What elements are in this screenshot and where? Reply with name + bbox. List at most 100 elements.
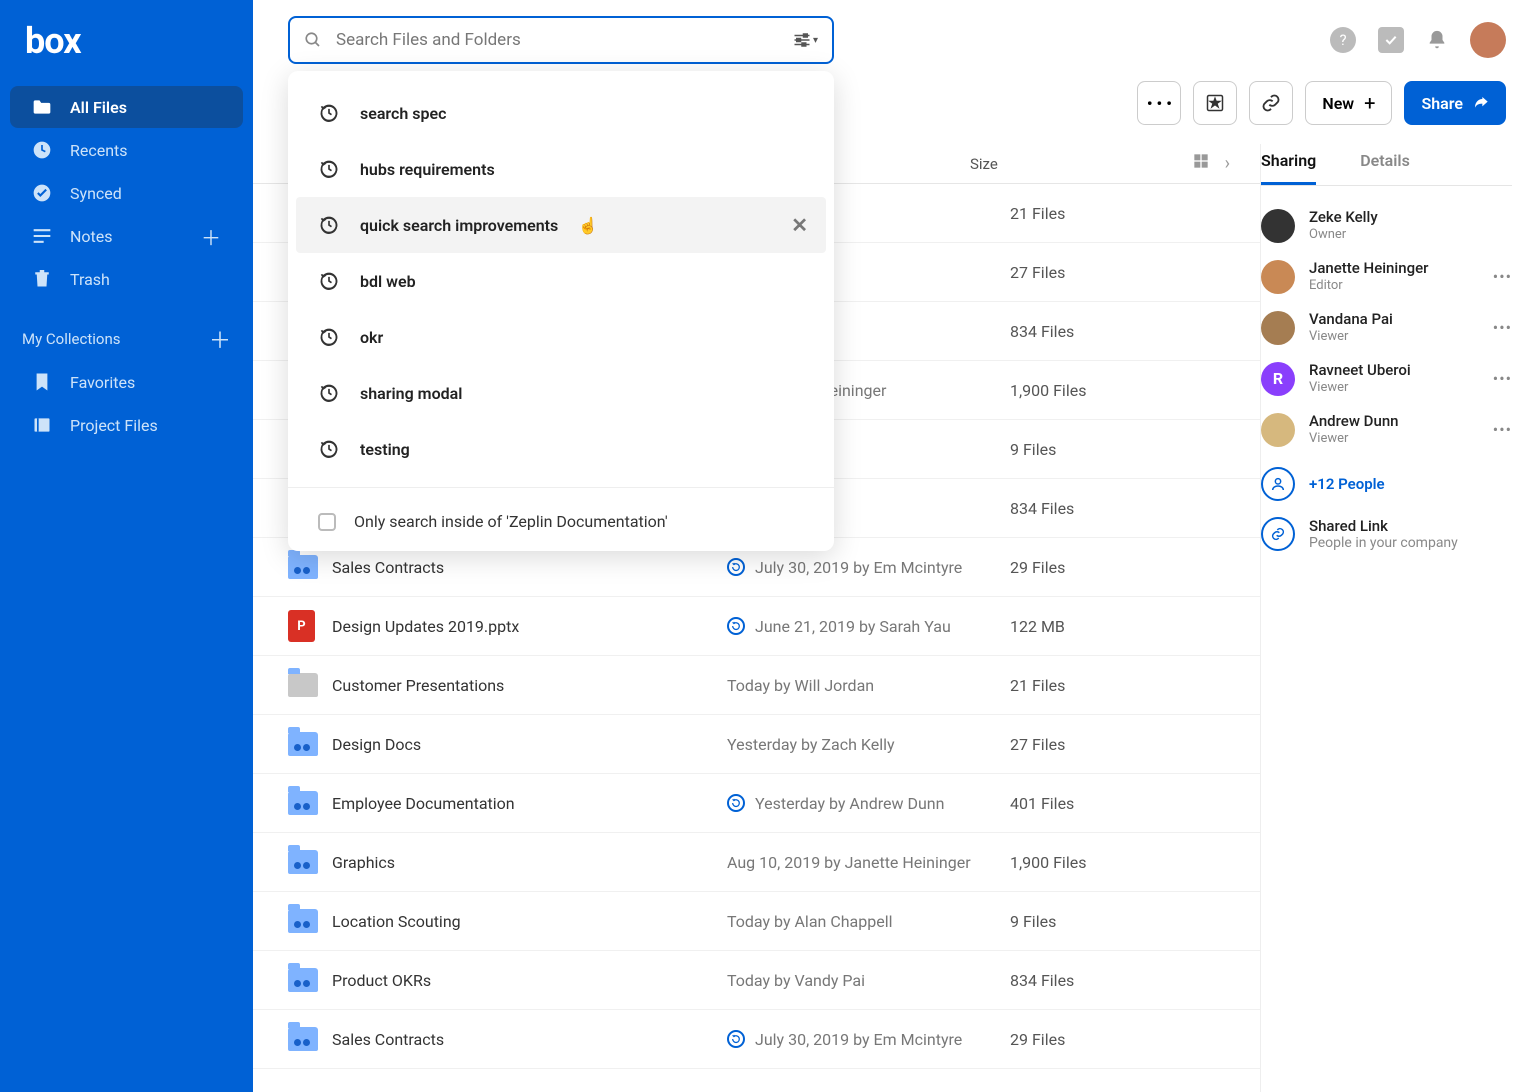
search-scope-option[interactable]: Only search inside of 'Zeplin Documentat… [288, 498, 834, 537]
sidebar-item-synced[interactable]: Synced [10, 172, 243, 214]
divider [288, 487, 834, 488]
file-updated: Yesterday by Andrew Dunn [727, 794, 1010, 813]
suggestion-label: hubs requirements [360, 160, 495, 179]
shared-link-title: Shared Link [1309, 517, 1458, 535]
search-input[interactable] [336, 30, 779, 50]
person-row[interactable]: Zeke Kelly Owner [1261, 200, 1512, 251]
file-size: 834 Files [1010, 971, 1230, 990]
suggestion-label: search spec [360, 104, 446, 123]
search-suggestion[interactable]: testing [288, 421, 834, 477]
file-name: Product OKRs [332, 971, 727, 990]
share-button[interactable]: Share [1404, 81, 1506, 125]
shared-link-section[interactable]: Shared Link People in your company [1261, 517, 1512, 551]
add-note-icon[interactable]: ＋ [201, 222, 221, 251]
logo[interactable]: box [0, 20, 253, 86]
tasks-icon[interactable] [1378, 27, 1404, 53]
sidebar-item-project-files[interactable]: Project Files [10, 404, 243, 446]
file-updated: Today by Alan Chappell [727, 912, 1010, 931]
file-row[interactable]: Sales Contracts July 30, 2019 by Em Mcin… [253, 1010, 1260, 1069]
file-name: Location Scouting [332, 912, 727, 931]
file-updated: July 30, 2019 by Em Mcintyre [727, 1030, 1010, 1049]
search-suggestion[interactable]: okr [288, 309, 834, 365]
grid-view-icon[interactable] [1193, 153, 1209, 174]
person-row[interactable]: Vandana Pai Viewer ••• [1261, 302, 1512, 353]
new-button-label: New [1322, 94, 1354, 113]
suggestion-label: sharing modal [360, 384, 462, 403]
tab-sharing[interactable]: Sharing [1261, 151, 1316, 185]
file-size: 21 Files [1010, 204, 1230, 223]
sync-icon [727, 558, 745, 576]
person-row[interactable]: Andrew Dunn Viewer ••• [1261, 404, 1512, 455]
search-suggestion[interactable]: sharing modal [288, 365, 834, 421]
history-icon [318, 102, 340, 124]
person-row[interactable]: R Ravneet Uberoi Viewer ••• [1261, 353, 1512, 404]
search-filter-icon[interactable]: ▾ [793, 33, 818, 47]
folder-icon [288, 850, 318, 874]
more-actions-button[interactable]: • • • [1137, 81, 1181, 125]
favorite-button[interactable] [1193, 81, 1237, 125]
sync-icon [727, 1030, 745, 1048]
notifications-icon[interactable] [1426, 29, 1448, 51]
folder-icon [288, 968, 318, 992]
sidebar-item-favorites[interactable]: Favorites [10, 361, 243, 403]
file-size: 9 Files [1010, 440, 1230, 459]
remove-suggestion-icon[interactable]: ✕ [791, 213, 808, 237]
tab-details[interactable]: Details [1360, 151, 1410, 185]
check-icon [32, 183, 52, 203]
file-size: 27 Files [1010, 735, 1230, 754]
search-suggestion[interactable]: hubs requirements [288, 141, 834, 197]
new-button[interactable]: New + [1305, 81, 1392, 125]
file-row[interactable]: Customer Presentations Today by Will Jor… [253, 656, 1260, 715]
person-menu-icon[interactable]: ••• [1493, 318, 1512, 337]
file-row[interactable]: Graphics Aug 10, 2019 by Janette Heining… [253, 833, 1260, 892]
side-panel: Sharing Details Zeke Kelly Owner Janette… [1261, 144, 1536, 1092]
suggestion-label: okr [360, 328, 383, 347]
folder-icon [288, 673, 318, 697]
column-size[interactable]: Size [970, 155, 1170, 173]
search-suggestion[interactable]: bdl web [288, 253, 834, 309]
history-icon [318, 382, 340, 404]
bookmark-icon [32, 372, 52, 392]
link-button[interactable] [1249, 81, 1293, 125]
user-avatar[interactable] [1470, 22, 1506, 58]
person-name: Ravneet Uberoi [1309, 361, 1411, 380]
file-size: 834 Files [1010, 499, 1230, 518]
file-row[interactable]: Product OKRs Today by Vandy Pai 834 File… [253, 951, 1260, 1010]
checkbox[interactable] [318, 513, 336, 531]
search-suggestion[interactable]: quick search improvements ☝✕ [296, 197, 826, 253]
folder-icon [288, 732, 318, 756]
add-collection-icon[interactable]: ＋ [209, 323, 231, 355]
search-icon [304, 31, 322, 49]
file-name: Sales Contracts [332, 1030, 727, 1049]
more-people-label: +12 People [1309, 475, 1385, 493]
share-button-label: Share [1421, 94, 1463, 113]
person-menu-icon[interactable]: ••• [1493, 267, 1512, 286]
sidebar-item-trash[interactable]: Trash [10, 258, 243, 300]
notes-icon [32, 227, 52, 245]
history-icon [318, 270, 340, 292]
sidebar-item-notes[interactable]: Notes ＋ [10, 215, 243, 257]
folder-icon [288, 791, 318, 815]
sidebar: box All Files Recents Synced Notes ＋ Tra… [0, 0, 253, 1092]
more-people[interactable]: +12 People [1261, 455, 1512, 517]
file-row[interactable]: Employee Documentation Yesterday by Andr… [253, 774, 1260, 833]
file-row[interactable]: Design Docs Yesterday by Zach Kelly 27 F… [253, 715, 1260, 774]
file-row[interactable]: P Design Updates 2019.pptx June 21, 2019… [253, 597, 1260, 656]
sidebar-item-recents[interactable]: Recents [10, 129, 243, 171]
person-name: Janette Heininger [1309, 259, 1428, 278]
help-icon[interactable]: ? [1330, 27, 1356, 53]
file-size: 27 Files [1010, 263, 1230, 282]
person-role: Viewer [1309, 431, 1399, 447]
person-row[interactable]: Janette Heininger Editor ••• [1261, 251, 1512, 302]
person-menu-icon[interactable]: ••• [1493, 369, 1512, 388]
search-suggestion[interactable]: search spec [288, 85, 834, 141]
file-row[interactable]: Location Scouting Today by Alan Chappell… [253, 892, 1260, 951]
link-icon [1261, 517, 1295, 551]
file-name: Design Updates 2019.pptx [332, 617, 727, 636]
person-menu-icon[interactable]: ••• [1493, 420, 1512, 439]
shared-link-subtitle: People in your company [1309, 535, 1458, 551]
file-updated: Yesterday by Zach Kelly [727, 735, 1010, 754]
search-box[interactable]: ▾ [288, 16, 834, 64]
sidebar-item-all-files[interactable]: All Files [10, 86, 243, 128]
chevron-right-icon[interactable]: › [1225, 153, 1230, 174]
